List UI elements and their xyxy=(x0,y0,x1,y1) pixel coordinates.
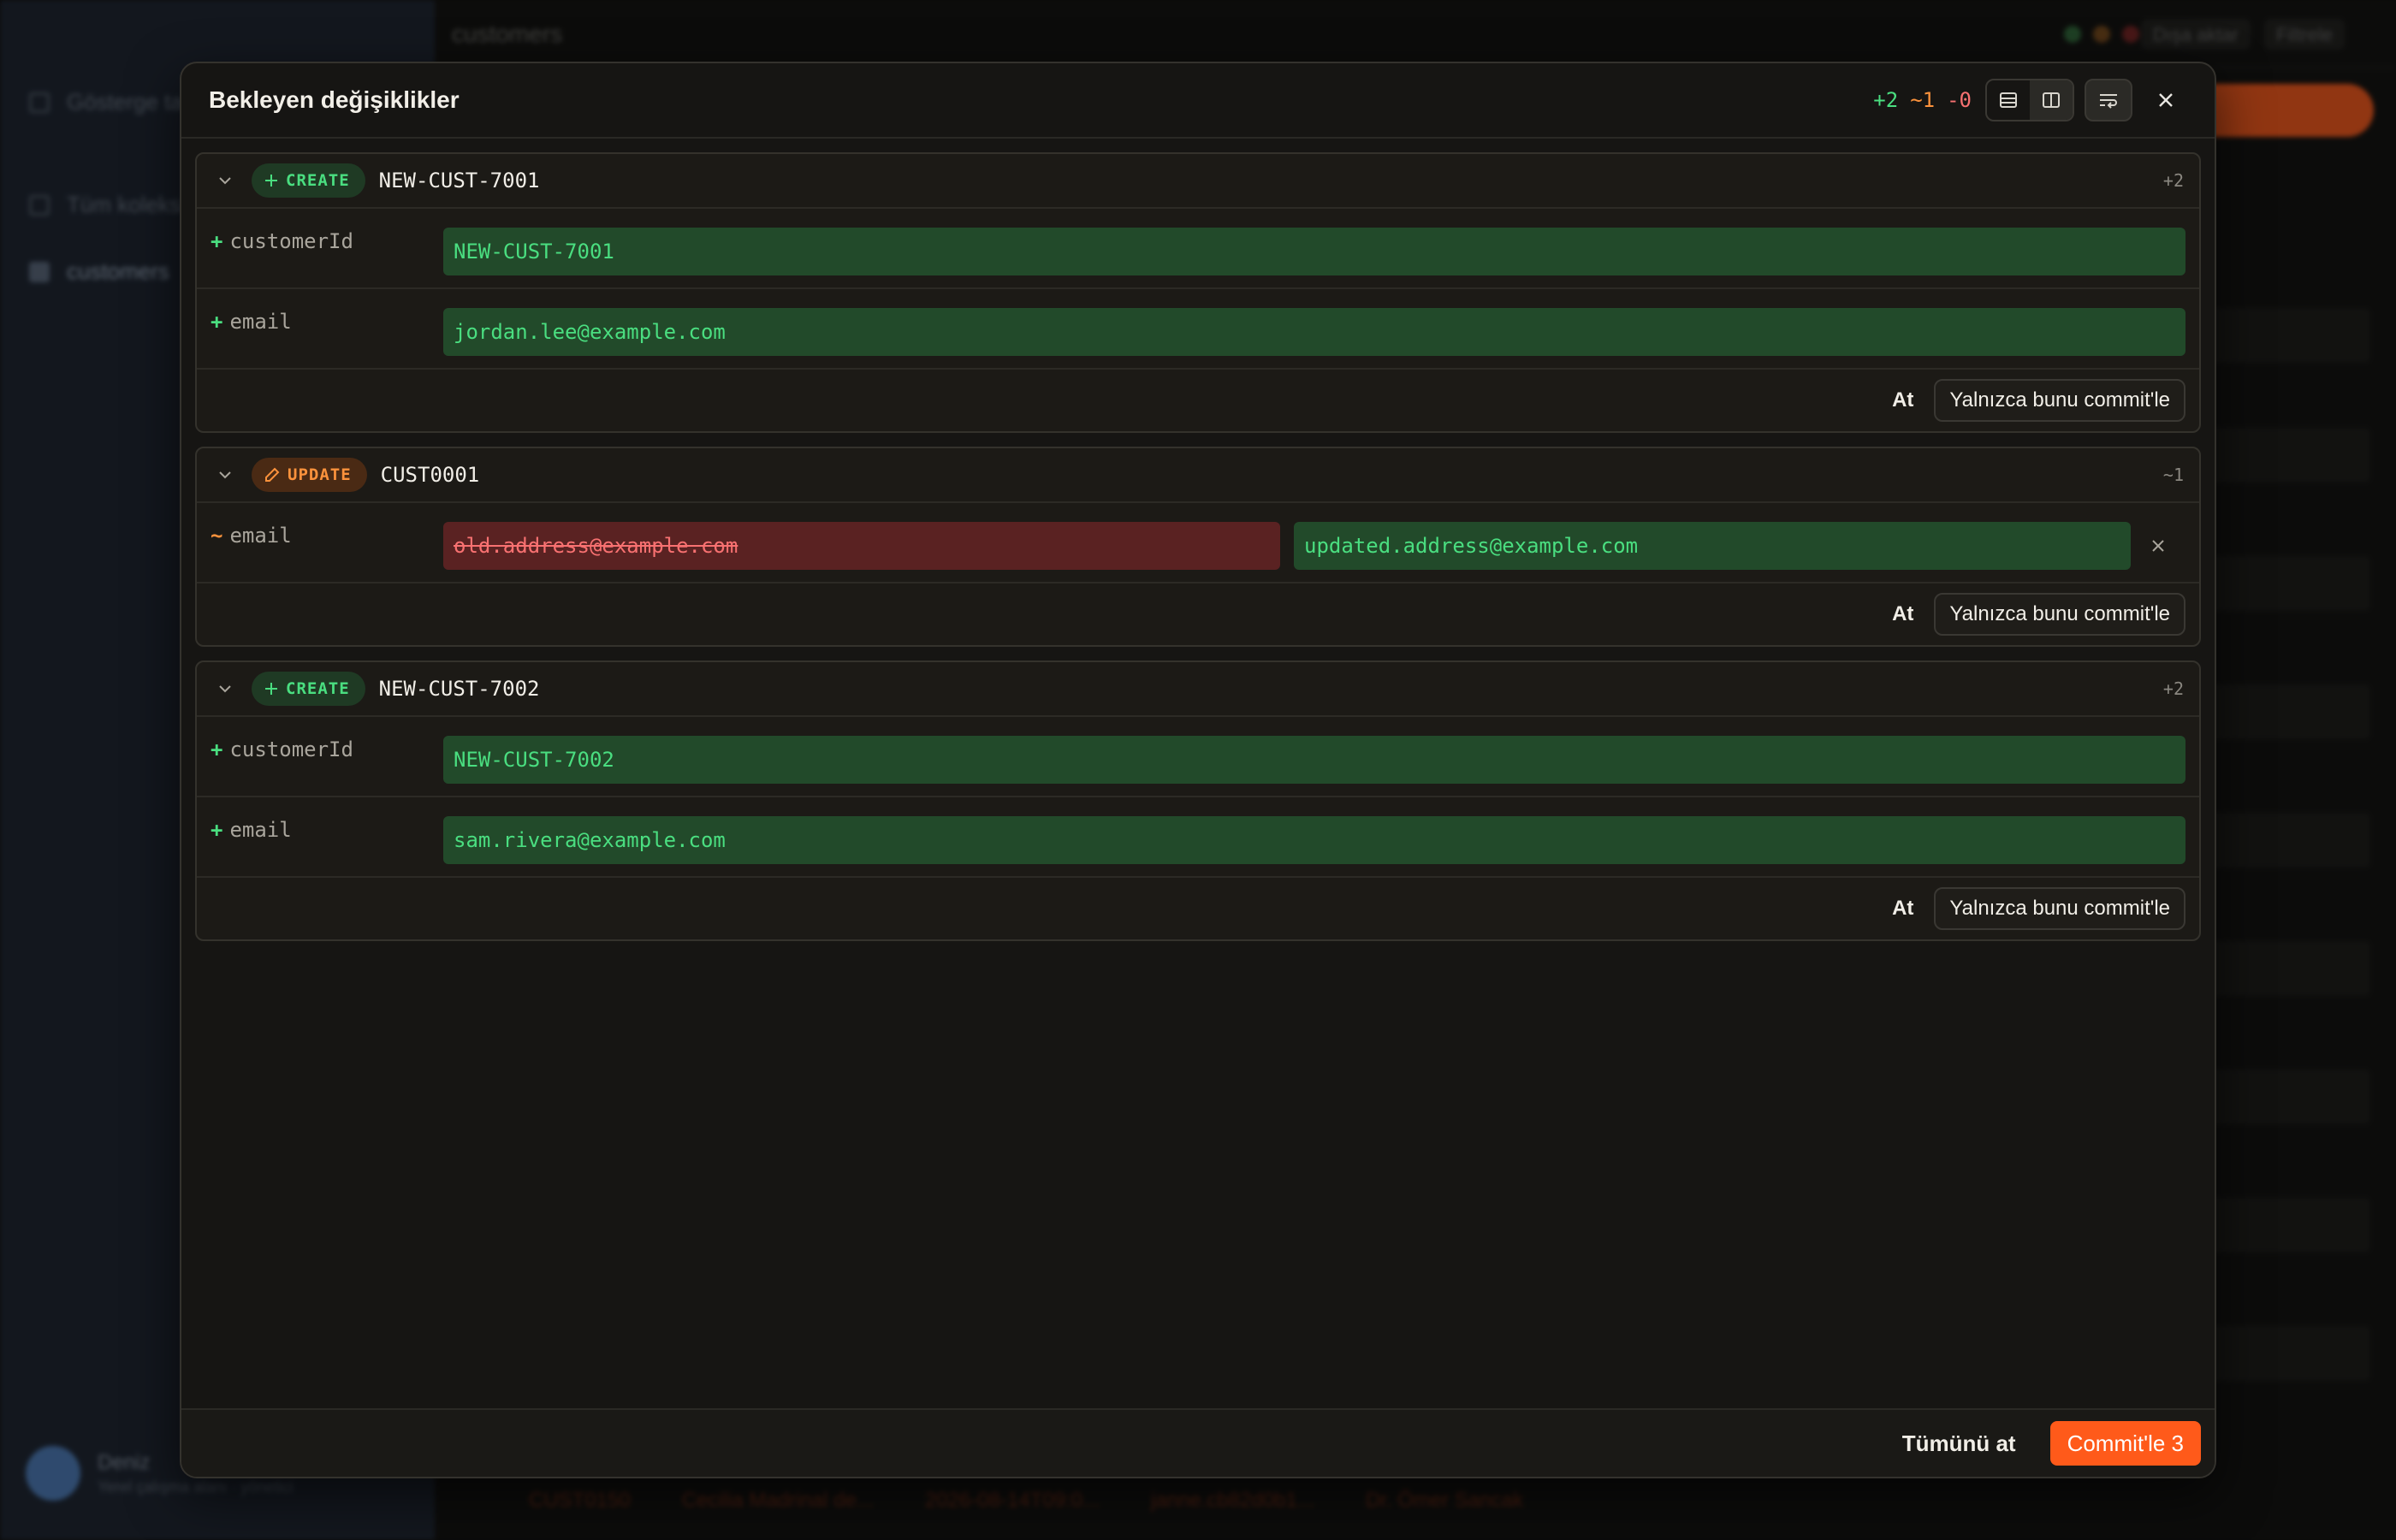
change-card-header[interactable]: CREATE NEW-CUST-7002 +2 xyxy=(197,662,2199,717)
export-button[interactable]: Dışa aktar xyxy=(2140,19,2251,50)
field-row: + customerId NEW-CUST-7001 xyxy=(197,209,2199,289)
new-value: updated.address@example.com xyxy=(1294,522,2131,570)
field-row: + email jordan.lee@example.com xyxy=(197,289,2199,370)
wrap-lines-button[interactable] xyxy=(2085,79,2132,121)
pending-changes-dialog: Bekleyen değişiklikler +2 ~1 -0 CREATE N… xyxy=(180,62,2216,1478)
change-counts: +2 ~1 -0 xyxy=(1873,88,1972,112)
dialog-title: Bekleyen değişiklikler xyxy=(209,86,460,113)
field-name: email xyxy=(229,818,292,842)
added-value: NEW-CUST-7001 xyxy=(443,228,2185,275)
discard-all-button[interactable]: Tümünü at xyxy=(1902,1430,2016,1457)
user-role: Yerel çalışma alanı · yönetici xyxy=(98,1478,294,1496)
field-change-count: +2 xyxy=(2162,678,2184,699)
dialog-footer: Tümünü at Commit'le 3 xyxy=(181,1408,2215,1477)
create-badge: CREATE xyxy=(252,163,365,198)
added-value: NEW-CUST-7002 xyxy=(443,736,2185,784)
changes-list: CREATE NEW-CUST-7001 +2 + customerId NEW… xyxy=(195,152,2201,955)
modified-count: ~1 xyxy=(1910,88,1936,112)
unified-view-button[interactable] xyxy=(1987,80,2030,120)
record-id: NEW-CUST-7001 xyxy=(378,169,540,192)
collection-icon xyxy=(29,194,50,216)
change-card-header[interactable]: CREATE NEW-CUST-7001 +2 xyxy=(197,154,2199,209)
field-change-count: ~1 xyxy=(2162,465,2184,485)
change-card-actions: At Yalnızca bunu commit'le xyxy=(197,583,2199,645)
commit-only-this-button[interactable]: Yalnızca bunu commit'le xyxy=(1934,887,2185,930)
field-name: email xyxy=(229,524,292,548)
change-card: CREATE NEW-CUST-7002 +2 + customerId NEW… xyxy=(195,660,2201,941)
columns-icon xyxy=(2043,92,2060,108)
added-count: +2 xyxy=(1873,88,1899,112)
top-bar: customers Dışa aktar Filtrele xyxy=(435,0,2396,68)
pencil-icon xyxy=(265,467,280,482)
table-icon xyxy=(29,261,50,282)
added-value: jordan.lee@example.com xyxy=(443,308,2185,356)
close-button[interactable] xyxy=(2144,79,2187,121)
sidebar-item-customers[interactable]: customers xyxy=(29,258,169,285)
view-mode-toggle xyxy=(1985,79,2074,121)
avatar xyxy=(26,1446,80,1501)
commit-only-this-button[interactable]: Yalnızca bunu commit'le xyxy=(1934,379,2185,422)
change-card: UPDATE CUST0001 ~1 ~ email old.address@e… xyxy=(195,447,2201,647)
field-row: ~ email old.address@example.com updated.… xyxy=(197,503,2199,583)
field-change-count: +2 xyxy=(2162,170,2184,191)
dialog-header: Bekleyen değişiklikler +2 ~1 -0 xyxy=(181,63,2215,139)
chevron-down-icon[interactable] xyxy=(212,676,238,702)
change-card-actions: At Yalnızca bunu commit'le xyxy=(197,370,2199,431)
plus-icon xyxy=(265,175,277,187)
close-icon xyxy=(2152,540,2164,552)
old-value: old.address@example.com xyxy=(443,522,1280,570)
commit-only-this-button[interactable]: Yalnızca bunu commit'le xyxy=(1934,593,2185,636)
plus-icon xyxy=(265,683,277,695)
page-title: customers xyxy=(452,21,563,47)
chevron-down-icon[interactable] xyxy=(212,168,238,193)
close-icon xyxy=(2159,93,2173,107)
rows-icon xyxy=(2000,92,2017,108)
dashboard-icon xyxy=(29,92,50,113)
discard-button[interactable]: At xyxy=(1892,602,1913,626)
split-view-button[interactable] xyxy=(2030,80,2073,120)
record-id: NEW-CUST-7002 xyxy=(378,677,540,701)
wrap-text-icon xyxy=(2100,94,2117,109)
deleted-count: -0 xyxy=(1947,88,1972,112)
change-card-header[interactable]: UPDATE CUST0001 ~1 xyxy=(197,448,2199,503)
field-row: + customerId NEW-CUST-7002 xyxy=(197,717,2199,797)
status-dots xyxy=(2064,26,2139,43)
table-row: CUST0150 Cecilia Madrinal de... 2026-08-… xyxy=(529,1489,1523,1512)
revert-field-button[interactable] xyxy=(2131,522,2185,570)
discard-button[interactable]: At xyxy=(1892,388,1913,412)
field-name: email xyxy=(229,310,292,334)
record-id: CUST0001 xyxy=(380,463,480,487)
field-row: + email sam.rivera@example.com xyxy=(197,797,2199,878)
change-card: CREATE NEW-CUST-7001 +2 + customerId NEW… xyxy=(195,152,2201,433)
field-name: customerId xyxy=(229,229,353,253)
update-badge: UPDATE xyxy=(252,458,367,492)
change-card-actions: At Yalnızca bunu commit'le xyxy=(197,878,2199,939)
filter-button[interactable]: Filtrele xyxy=(2263,19,2345,50)
discard-button[interactable]: At xyxy=(1892,897,1913,921)
chevron-down-icon[interactable] xyxy=(212,462,238,488)
create-badge: CREATE xyxy=(252,672,365,706)
commit-all-button[interactable]: Commit'le 3 xyxy=(2049,1421,2201,1466)
added-value: sam.rivera@example.com xyxy=(443,816,2185,864)
field-name: customerId xyxy=(229,737,353,761)
